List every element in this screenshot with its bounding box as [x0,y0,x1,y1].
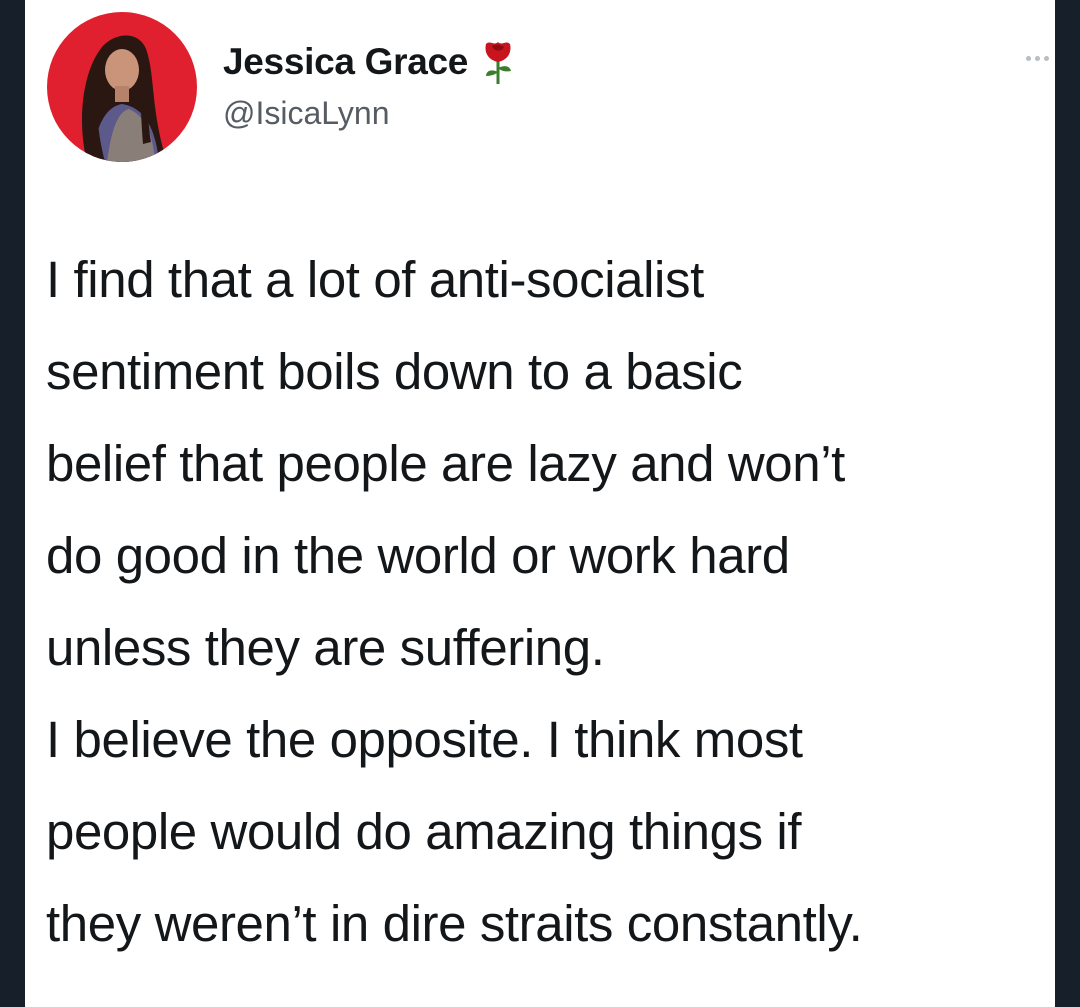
dot [1044,56,1049,61]
tweet-paragraph-1: I find that a lot of anti-socialist sent… [46,234,1055,694]
dot [1026,56,1031,61]
tweet-paragraph-2: I believe the opposite. I think most peo… [46,694,863,970]
dot [1035,56,1040,61]
tweet-line: do good in the world or work hard [46,527,790,584]
rose-icon [480,38,516,86]
tweet-card: Jessica Grace @IsicaLynn I find that a l… [25,0,1055,1007]
author-handle[interactable]: @IsicaLynn [223,95,389,132]
tweet-line: belief that people are lazy and won’t [46,435,845,492]
avatar-image [47,12,197,162]
tweet-line: sentiment boils down to a basic [46,343,743,400]
avatar[interactable] [47,12,197,162]
tweet-line: they weren’t in dire straits constantly. [46,895,863,952]
more-icon[interactable] [1026,56,1049,61]
tweet-line: people would do amazing things if [46,803,802,860]
author-name-row[interactable]: Jessica Grace [223,40,516,84]
tweet-line: I find that a lot of anti-socialist [46,251,704,308]
author-display-name[interactable]: Jessica Grace [223,41,468,83]
tweet-line: unless they are suffering. [46,619,605,676]
tweet-text: I find that a lot of anti-socialist sent… [46,234,1055,952]
tweet-line: I believe the opposite. I think most [46,711,803,768]
